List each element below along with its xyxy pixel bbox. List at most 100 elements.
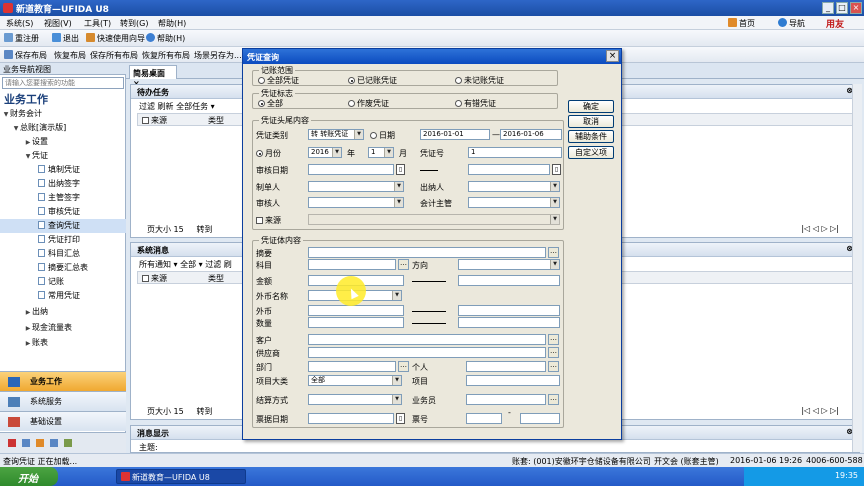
person-ellipsis-button[interactable]: … [548, 361, 559, 372]
maker-select[interactable]: ▼ [308, 181, 404, 192]
pager-nav-icon[interactable]: |◁ ◁ ▷ ▷| [801, 406, 839, 415]
maximize-button[interactable]: □ [836, 2, 848, 14]
calendar-icon[interactable]: ▯ [552, 164, 561, 175]
bill-no-to-input[interactable] [520, 413, 560, 424]
select-all-checkbox[interactable] [142, 117, 149, 124]
dept-input[interactable] [308, 361, 396, 372]
date-from-input[interactable]: 2016-01-01 [420, 129, 490, 140]
customer-ellipsis-button[interactable]: … [548, 334, 559, 345]
menu-goto[interactable]: 转到(G) [120, 18, 148, 29]
auditor-select[interactable]: ▼ [308, 197, 404, 208]
confirm-button[interactable]: 确定 [568, 100, 614, 113]
minimize-button[interactable]: _ [822, 2, 834, 14]
month-select[interactable]: 1 ▼ [368, 147, 394, 158]
salesman-input[interactable] [466, 394, 546, 405]
settle-select[interactable]: ▼ [308, 394, 402, 405]
pager-nav-icon[interactable]: |◁ ◁ ▷ ▷| [801, 224, 839, 233]
nav-business-work[interactable]: 业务工作 [0, 371, 126, 391]
shortcut-icon[interactable] [36, 439, 44, 447]
help-button[interactable]: 帮助(H) [146, 33, 185, 44]
year-select[interactable]: 2016 ▼ [308, 147, 342, 158]
function-search-input[interactable] [2, 77, 124, 89]
tree-item-post[interactable]: 记账 [0, 275, 126, 289]
radio-void-vouchers[interactable]: 作废凭证 [348, 98, 389, 109]
tree-item-voucher[interactable]: ▼ 凭证 [0, 149, 126, 163]
custom-items-button[interactable]: 自定义项 [568, 146, 614, 159]
quantity-from-input[interactable] [308, 317, 404, 328]
restore-all-layout-button[interactable]: 恢复所有布局 [142, 50, 190, 61]
radio-month[interactable]: 月份 [256, 148, 281, 159]
radio-error-vouchers[interactable]: 有错凭证 [455, 98, 496, 109]
voucher-type-select[interactable]: 转 转账凭证 ▼ [308, 129, 364, 140]
reregister-button[interactable]: 重注册 [4, 33, 39, 44]
goto-button[interactable]: 转到 [196, 225, 212, 234]
shortcut-icon[interactable] [64, 439, 72, 447]
home-link[interactable]: 首页 [728, 18, 755, 29]
calendar-icon[interactable]: ▯ [396, 413, 405, 424]
close-button[interactable]: × [850, 2, 862, 14]
nav-link[interactable]: 导航 [778, 18, 805, 29]
supplier-ellipsis-button[interactable]: … [548, 347, 559, 358]
foreign-to-input[interactable] [458, 305, 560, 316]
bill-no-from-input[interactable] [466, 413, 502, 424]
source-checkbox[interactable]: 来源 [256, 215, 281, 226]
radio-all-vouchers[interactable]: 全部凭证 [258, 75, 299, 86]
menu-tools[interactable]: 工具(T) [84, 18, 111, 29]
tree-item-financial-accounting[interactable]: ▼ 财务会计 [0, 107, 126, 121]
tree-item-account-summary[interactable]: 科目汇总 [0, 247, 126, 261]
goto-button[interactable]: 转到 [196, 407, 212, 416]
salesman-ellipsis-button[interactable]: … [548, 394, 559, 405]
save-all-layout-button[interactable]: 保存所有布局 [90, 50, 138, 61]
main-scrollbar[interactable] [852, 84, 862, 452]
tree-item-fill-voucher[interactable]: 填制凭证 [0, 163, 126, 177]
shortcut-icon[interactable] [50, 439, 58, 447]
taskbar-item-u8[interactable]: 新道教育—UFIDA U8 [116, 469, 246, 484]
summary-input[interactable] [308, 247, 546, 258]
tree-item-audit-voucher[interactable]: 审核凭证 [0, 205, 126, 219]
aux-conditions-button[interactable]: 辅助条件 [568, 130, 614, 143]
nav-basic-settings[interactable]: 基础设置 [0, 411, 126, 431]
nav-system-service[interactable]: 系统服务 [0, 391, 126, 411]
bill-date-input[interactable] [308, 413, 394, 424]
tab-simple-desktop[interactable]: 简易桌面 × [129, 65, 177, 88]
account-ellipsis-button[interactable]: … [398, 259, 409, 270]
select-all-checkbox[interactable] [142, 275, 149, 282]
summary-ellipsis-button[interactable]: … [548, 247, 559, 258]
supplier-input[interactable] [308, 347, 546, 358]
tree-item-abstract-summary[interactable]: 摘要汇总表 [0, 261, 126, 275]
dialog-close-button[interactable]: × [606, 50, 619, 62]
tree-item-supervisor-sign[interactable]: 主管签字 [0, 191, 126, 205]
amount-to-input[interactable] [458, 275, 560, 286]
audit-date-from-input[interactable] [308, 164, 394, 175]
restore-layout-button[interactable]: 恢复布局 [54, 50, 86, 61]
tree-item-general-ledger[interactable]: ▼ 总账[演示版] [0, 121, 126, 135]
shortcut-icon[interactable] [8, 439, 16, 447]
tree-item-cashier[interactable]: ▶ 出纳 [0, 305, 126, 319]
direction-select[interactable]: ▼ [458, 259, 560, 270]
save-scene-as-button[interactable]: 场景另存为... [194, 50, 242, 61]
customer-input[interactable] [308, 334, 546, 345]
cashier-select[interactable]: ▼ [468, 181, 560, 192]
tree-item-cashier-sign[interactable]: 出纳签字 [0, 177, 126, 191]
start-button[interactable]: 开始 [0, 467, 58, 486]
tree-item-query-voucher[interactable]: 查询凭证 [0, 219, 126, 233]
project-input[interactable] [466, 375, 560, 386]
quantity-to-input[interactable] [458, 317, 560, 328]
dept-ellipsis-button[interactable]: … [398, 361, 409, 372]
supervisor-select[interactable]: ▼ [468, 197, 560, 208]
save-layout-button[interactable]: 保存布局 [4, 50, 47, 61]
project-class-select[interactable]: 全部 ▼ [308, 375, 402, 386]
menu-view[interactable]: 视图(V) [44, 18, 72, 29]
menu-help[interactable]: 帮助(H) [158, 18, 186, 29]
radio-unposted-vouchers[interactable]: 未记账凭证 [455, 75, 504, 86]
menu-system[interactable]: 系统(S) [6, 18, 33, 29]
foreign-from-input[interactable] [308, 305, 404, 316]
radio-date[interactable]: 日期 [370, 130, 395, 141]
tree-item-settings[interactable]: ▶ 设置 [0, 135, 126, 149]
exit-button[interactable]: 退出 [52, 33, 79, 44]
tree-item-cashflow[interactable]: ▶ 现金流量表 [0, 321, 126, 335]
shortcut-icon[interactable] [22, 439, 30, 447]
cancel-button[interactable]: 取消 [568, 115, 614, 128]
account-input[interactable] [308, 259, 396, 270]
audit-date-to-input[interactable] [468, 164, 550, 175]
